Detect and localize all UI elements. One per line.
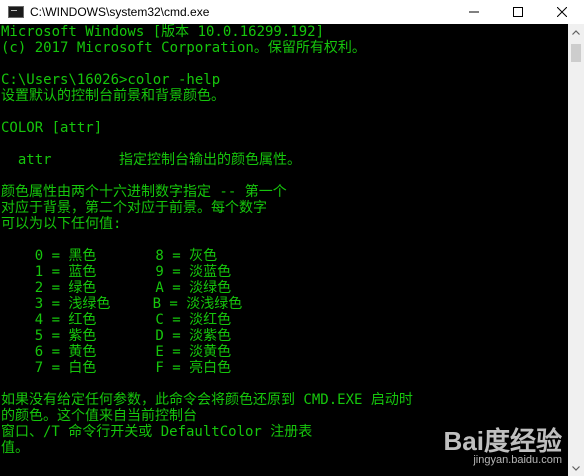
console-line: COLOR [attr] bbox=[1, 120, 103, 136]
console-line: 3 = 浅绿色 B = 淡浅绿色 bbox=[1, 296, 243, 312]
scroll-up-button[interactable] bbox=[568, 24, 584, 40]
console-line: 设置默认的控制台前景和背景颜色。 bbox=[1, 88, 225, 104]
console-line: C:\Users\16026>color -help bbox=[1, 72, 221, 88]
vertical-scrollbar[interactable] bbox=[568, 24, 584, 476]
console-line: 7 = 白色 F = 亮白色 bbox=[1, 360, 232, 376]
chevron-up-icon bbox=[572, 29, 580, 35]
window-controls bbox=[452, 0, 584, 24]
console-line: 的颜色。这个值来自当前控制台 bbox=[1, 408, 197, 424]
console-output[interactable]: Microsoft Windows [版本 10.0.16299.192] (c… bbox=[0, 24, 568, 476]
maximize-icon bbox=[513, 7, 523, 17]
close-button[interactable] bbox=[540, 0, 584, 24]
console-icon[interactable] bbox=[8, 6, 24, 18]
scrollbar-thumb[interactable] bbox=[571, 44, 581, 62]
chevron-down-icon bbox=[572, 465, 580, 471]
window-title: C:\WINDOWS\system32\cmd.exe bbox=[30, 5, 210, 19]
watermark-logo: Bai度经验 bbox=[443, 426, 562, 456]
console-line: Microsoft Windows [版本 10.0.16299.192] bbox=[1, 24, 325, 40]
console-line: 可以为以下任何值: bbox=[1, 216, 122, 232]
baidu-jingyan-watermark: Bai度经验 jingyan.baidu.com bbox=[444, 428, 562, 466]
minimize-button[interactable] bbox=[452, 0, 496, 24]
maximize-button[interactable] bbox=[496, 0, 540, 24]
console-line: 4 = 红色 C = 淡红色 bbox=[1, 312, 232, 328]
console-line: 0 = 黑色 8 = 灰色 bbox=[1, 248, 218, 264]
minimize-icon bbox=[469, 11, 479, 13]
console-line: 颜色属性由两个十六进制数字指定 -- 第一个 bbox=[1, 184, 287, 200]
console-line: attr 指定控制台输出的颜色属性。 bbox=[1, 152, 302, 168]
close-icon bbox=[557, 7, 567, 17]
console-line: (c) 2017 Microsoft Corporation。保留所有权利。 bbox=[1, 40, 366, 56]
cmd-window: C:\WINDOWS\system32\cmd.exe Microsoft Wi… bbox=[0, 0, 584, 476]
console-line: 1 = 蓝色 9 = 淡蓝色 bbox=[1, 264, 232, 280]
console-line: 6 = 黄色 E = 淡黄色 bbox=[1, 344, 232, 360]
title-bar[interactable]: C:\WINDOWS\system32\cmd.exe bbox=[0, 0, 584, 24]
console-line: 对应于背景，第二个对应于前景。每个数字 bbox=[1, 200, 267, 216]
console-line: 5 = 紫色 D = 淡紫色 bbox=[1, 328, 232, 344]
console-line: 2 = 绿色 A = 淡绿色 bbox=[1, 280, 232, 296]
scroll-down-button[interactable] bbox=[568, 460, 584, 476]
console-line: 如果没有给定任何参数，此命令会将颜色还原到 CMD.EXE 启动时 bbox=[1, 392, 413, 408]
